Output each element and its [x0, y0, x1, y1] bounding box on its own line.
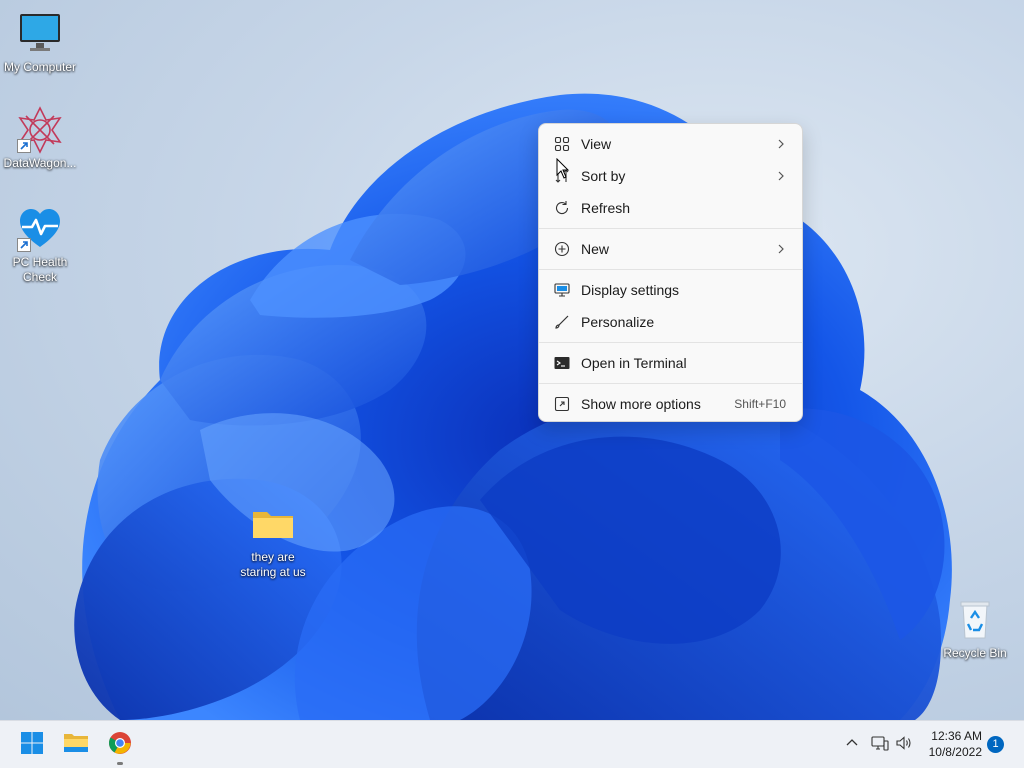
- datawagon-logo-icon: [16, 106, 64, 154]
- menu-item-open-in-terminal[interactable]: Open in Terminal: [543, 348, 798, 378]
- folder-icon: [63, 732, 89, 759]
- shortcut-arrow-icon: [17, 238, 31, 252]
- chevron-right-icon: [772, 171, 790, 181]
- notification-badge[interactable]: 1: [987, 736, 1004, 753]
- desktop-icon-my-computer[interactable]: My Computer: [0, 10, 80, 75]
- start-button[interactable]: [14, 727, 50, 763]
- desktop-icon-label: PC Health Check: [12, 255, 68, 284]
- plus-circle-icon: [553, 240, 571, 258]
- menu-separator: [539, 342, 802, 343]
- clock-date: 10/8/2022: [928, 745, 982, 759]
- display-icon: [553, 281, 571, 299]
- folder-icon: [249, 500, 297, 548]
- menu-item-personalize[interactable]: Personalize: [543, 307, 798, 337]
- menu-item-label: Display settings: [581, 282, 680, 298]
- desktop-context-menu: View Sort by Refresh New Display setting…: [538, 123, 803, 422]
- mouse-cursor-icon: [556, 158, 570, 179]
- more-options-icon: [553, 395, 571, 413]
- menu-item-sort-by[interactable]: Sort by: [543, 161, 798, 191]
- menu-item-label: Sort by: [581, 168, 626, 184]
- desktop[interactable]: My Computer DataWagon... PC Health Check…: [0, 0, 1024, 720]
- monitor-icon: [16, 10, 64, 58]
- brush-icon: [553, 313, 571, 331]
- menu-separator: [539, 269, 802, 270]
- menu-item-label: View: [581, 136, 612, 152]
- desktop-icon-label: DataWagon...: [3, 156, 77, 170]
- desktop-icon-recycle-bin[interactable]: Recycle Bin: [935, 596, 1015, 661]
- menu-item-new[interactable]: New: [543, 234, 798, 264]
- menu-item-refresh[interactable]: Refresh: [543, 193, 798, 223]
- chrome-button[interactable]: [102, 727, 138, 765]
- menu-item-label: New: [581, 241, 610, 257]
- system-clock[interactable]: 12:36 AM 10/8/2022: [929, 728, 982, 760]
- menu-item-label: Refresh: [581, 200, 631, 216]
- desktop-icon-datawagon[interactable]: DataWagon...: [0, 106, 80, 171]
- desktop-icon-label: they are staring at us: [240, 550, 306, 579]
- menu-separator: [539, 228, 802, 229]
- menu-item-display-settings[interactable]: Display settings: [543, 275, 798, 305]
- chevron-right-icon: [772, 139, 790, 149]
- chevron-right-icon: [772, 244, 790, 254]
- chrome-icon: [108, 731, 132, 760]
- windows-start-icon: [20, 731, 44, 760]
- shortcut-arrow-icon: [17, 139, 31, 153]
- speaker-icon: [895, 735, 913, 756]
- refresh-icon: [553, 199, 571, 217]
- desktop-icon-folder[interactable]: they are staring at us: [233, 500, 313, 580]
- volume-button[interactable]: [894, 735, 914, 755]
- network-icon: [871, 735, 889, 756]
- wallpaper-bloom: [74, 93, 952, 720]
- menu-item-view[interactable]: View: [543, 129, 798, 159]
- heart-pulse-icon: [16, 205, 64, 253]
- menu-item-show-more-options[interactable]: Show more options Shift+F10: [543, 389, 798, 419]
- grid-icon: [553, 135, 571, 153]
- chevron-up-icon: [846, 736, 858, 754]
- terminal-icon: [553, 354, 571, 372]
- running-indicator: [117, 762, 123, 765]
- desktop-icon-label: Recycle Bin: [943, 646, 1007, 660]
- menu-item-label: Open in Terminal: [581, 355, 687, 371]
- menu-item-label: Show more options: [581, 396, 701, 412]
- menu-item-label: Personalize: [581, 314, 655, 330]
- recycle-bin-icon: [951, 596, 999, 644]
- desktop-icon-pc-health-check[interactable]: PC Health Check: [0, 205, 80, 285]
- file-explorer-button[interactable]: [58, 727, 94, 763]
- clock-time: 12:36 AM: [931, 729, 982, 743]
- network-button[interactable]: [870, 735, 890, 755]
- shortcut-hint: Shift+F10: [734, 397, 786, 411]
- desktop-icon-label: My Computer: [3, 60, 77, 74]
- show-hidden-icons-button[interactable]: [842, 735, 862, 755]
- menu-separator: [539, 383, 802, 384]
- taskbar: 12:36 AM 10/8/2022 1: [0, 720, 1024, 768]
